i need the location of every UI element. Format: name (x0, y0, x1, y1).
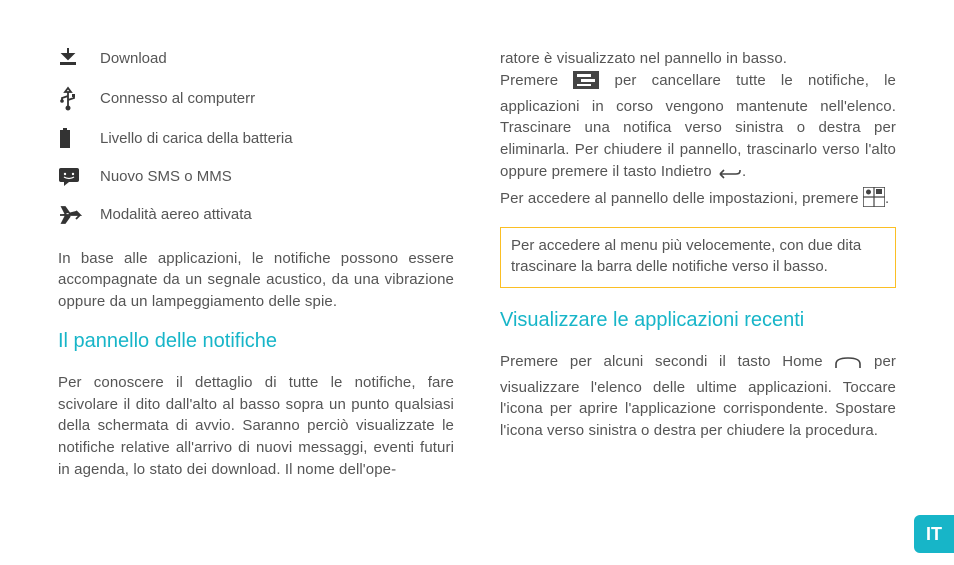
sms-icon (58, 167, 100, 187)
tip-box: Per accedere al menu più velocemente, co… (500, 227, 896, 288)
legend-row: Download (58, 48, 454, 70)
language-tab: IT (914, 515, 954, 553)
notification-panel-body: Per conoscere il dettaglio di tutte le n… (58, 372, 454, 481)
recent-text-1: Premere per alcuni secondi il tasto Home (500, 353, 823, 370)
legend-label: Modalità aereo attivata (100, 204, 252, 226)
two-column-layout: Download Connesso al computerr Livello d… (58, 48, 896, 495)
legend-label: Download (100, 48, 167, 70)
airplane-icon (58, 205, 100, 225)
icon-legend-list: Download Connesso al computerr Livello d… (58, 48, 454, 226)
settings-text-2: . (885, 190, 889, 207)
heading-recent-apps: Visualizzare le applicazioni recenti (500, 306, 896, 335)
legend-label: Livello di carica della batteria (100, 128, 293, 150)
cont-text: ratore è visualizzato nel pannello in ba… (500, 50, 787, 67)
legend-row: Modalità aereo attivata (58, 204, 454, 226)
settings-panel-icon (863, 187, 885, 214)
period: . (742, 163, 746, 180)
back-key-icon (716, 165, 742, 187)
press-word: Premere (500, 72, 558, 89)
settings-text-1: Per accedere al pannello delle impostazi… (500, 190, 859, 207)
cont-text-2: per cancellare tutte le notifiche, le ap… (500, 72, 896, 180)
legend-label: Connesso al computerr (100, 88, 255, 110)
usb-icon (58, 86, 100, 112)
download-icon (58, 48, 100, 70)
battery-icon (58, 128, 100, 150)
tip-text: Per accedere al menu più velocemente, co… (511, 237, 861, 274)
left-column: Download Connesso al computerr Livello d… (58, 48, 454, 495)
legend-row: Livello di carica della batteria (58, 128, 454, 150)
right-column: ratore è visualizzato nel pannello in ba… (500, 48, 896, 495)
legend-row: Nuovo SMS o MMS (58, 166, 454, 188)
continuation-paragraph: ratore è visualizzato nel pannello in ba… (500, 48, 896, 213)
clear-all-icon (573, 71, 599, 96)
home-key-icon (834, 355, 862, 377)
legend-label: Nuovo SMS o MMS (100, 166, 232, 188)
legend-row: Connesso al computerr (58, 86, 454, 112)
recent-apps-body: Premere per alcuni secondi il tasto Home… (500, 351, 896, 442)
intro-paragraph: In base alle applicazioni, le notifiche … (58, 248, 454, 313)
heading-notification-panel: Il pannello delle notifiche (58, 327, 454, 356)
